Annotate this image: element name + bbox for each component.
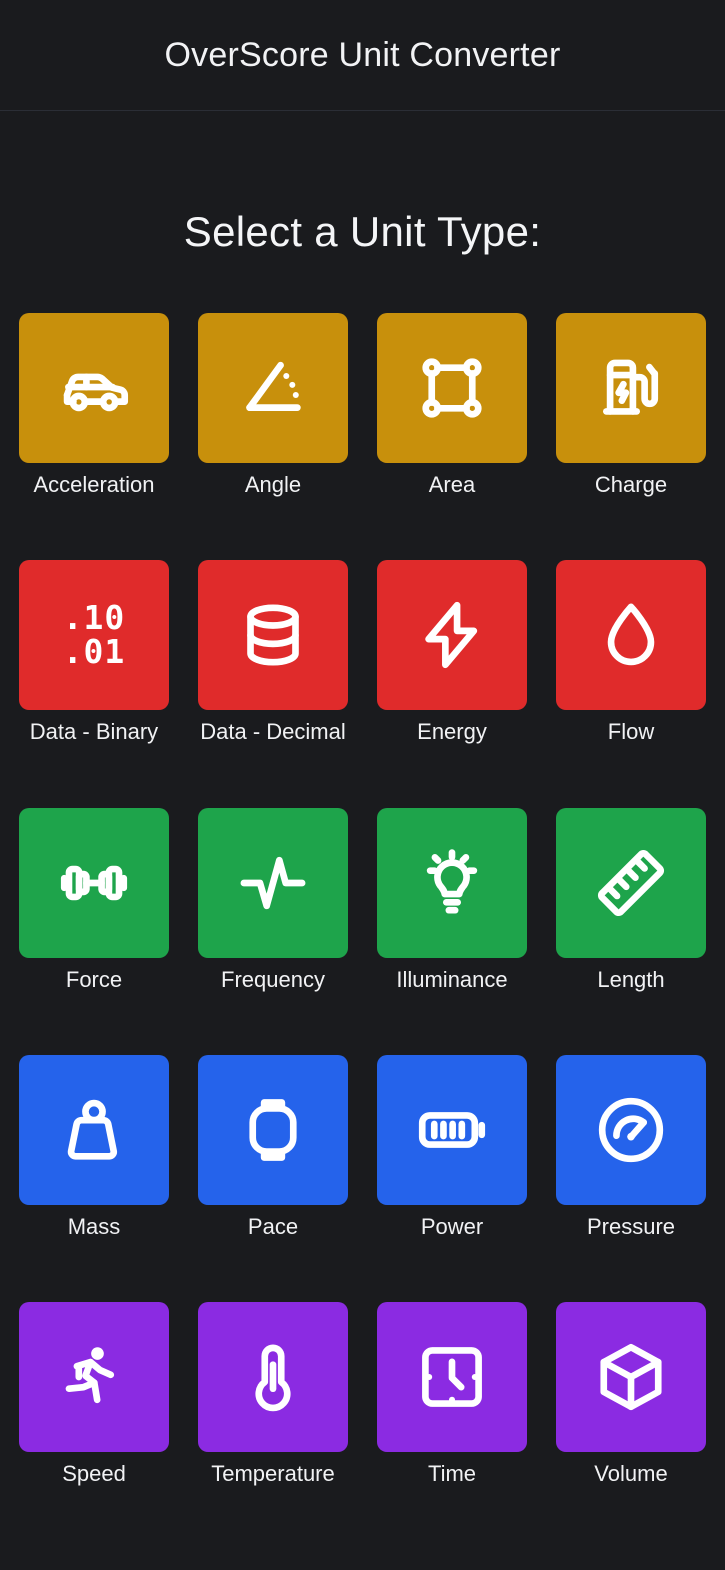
- unit-type-icon-box[interactable]: [19, 1054, 169, 1205]
- pulse-wave-icon: [235, 845, 311, 921]
- square-clock-icon: [414, 1339, 490, 1415]
- unit-type-tile-area[interactable]: Area: [377, 313, 527, 497]
- unit-type-label: Mass: [67, 1213, 121, 1239]
- battery-icon: [414, 1092, 490, 1168]
- unit-type-label: Data - Binary: [29, 719, 159, 745]
- ev-charger-icon: [593, 350, 669, 426]
- unit-type-label: Length: [597, 966, 665, 992]
- unit-type-label: Temperature: [211, 1461, 335, 1487]
- unit-type-tile-time[interactable]: Time: [377, 1302, 527, 1486]
- page-title: Select a Unit Type:: [183, 208, 542, 255]
- unit-type-label: Power: [420, 1213, 484, 1239]
- unit-type-tile-angle[interactable]: Angle: [198, 313, 348, 497]
- app-root: OverScore Unit Converter Select a Unit T…: [0, 0, 725, 1570]
- dumbbell-icon: [56, 845, 132, 921]
- binary-top-digits: .10: [62, 597, 126, 637]
- unit-type-icon-box[interactable]: .10.01: [19, 560, 169, 711]
- weight-icon: [56, 1092, 132, 1168]
- unit-type-tile-volume[interactable]: Volume: [556, 1302, 706, 1486]
- unit-type-tile-energy[interactable]: Energy: [377, 560, 527, 744]
- gauge-icon: [593, 1092, 669, 1168]
- unit-type-icon-box[interactable]: [556, 807, 706, 958]
- unit-type-label: Volume: [594, 1461, 668, 1487]
- unit-type-icon-box[interactable]: [19, 1302, 169, 1453]
- unit-type-tile-frequency[interactable]: Frequency: [198, 807, 348, 992]
- unit-type-label: Angle: [244, 472, 302, 497]
- unit-type-tile-illuminance[interactable]: Illuminance: [377, 807, 527, 992]
- unit-type-label: Flow: [607, 719, 655, 745]
- unit-type-icon-box[interactable]: [377, 807, 527, 958]
- app-title: OverScore Unit Converter: [164, 36, 561, 74]
- unit-type-icon-box[interactable]: [377, 313, 527, 463]
- cube-icon: [593, 1339, 669, 1415]
- ruler-icon: [593, 845, 669, 921]
- unit-type-icon-box[interactable]: [198, 313, 348, 463]
- unit-type-tile-charge[interactable]: Charge: [556, 313, 706, 497]
- unit-type-icon-box[interactable]: [19, 313, 169, 463]
- car-icon: [56, 350, 132, 426]
- unit-type-icon-box[interactable]: [198, 807, 348, 958]
- unit-type-icon-box[interactable]: [198, 560, 348, 711]
- unit-type-tile-mass[interactable]: Mass: [19, 1054, 169, 1239]
- unit-type-tile-flow[interactable]: Flow: [556, 560, 706, 744]
- unit-type-tile-temperature[interactable]: Temperature: [198, 1302, 348, 1486]
- database-icon: [235, 597, 311, 673]
- unit-type-label: Time: [427, 1461, 477, 1487]
- unit-type-label: Speed: [62, 1461, 126, 1487]
- unit-type-tile-speed[interactable]: Speed: [19, 1302, 169, 1486]
- unit-type-tile-force[interactable]: Force: [19, 807, 169, 992]
- unit-type-icon-box[interactable]: [377, 1054, 527, 1205]
- lightning-bolt-icon: [414, 597, 490, 673]
- unit-type-icon-box[interactable]: [198, 1302, 348, 1453]
- area-square-icon: [414, 350, 490, 426]
- unit-type-label: Pressure: [586, 1213, 676, 1239]
- unit-type-tile-acceleration[interactable]: Acceleration: [19, 313, 169, 497]
- lightbulb-icon: [414, 845, 490, 921]
- unit-type-icon-box[interactable]: [198, 1054, 348, 1205]
- unit-type-grid: Acceleration Angle Area Charge .10.01 Data - …: [19, 313, 706, 1486]
- unit-type-label: Pace: [247, 1213, 299, 1239]
- unit-type-icon-box[interactable]: [19, 807, 169, 958]
- unit-type-label: Charge: [594, 472, 668, 497]
- droplet-icon: [593, 597, 669, 673]
- unit-type-icon-box[interactable]: [377, 1302, 527, 1453]
- unit-type-icon-box[interactable]: [556, 1302, 706, 1453]
- unit-type-label: Illuminance: [396, 966, 508, 992]
- unit-type-label: Data - Decimal: [200, 719, 346, 745]
- unit-type-icon-box[interactable]: [556, 560, 706, 711]
- unit-type-icon-box[interactable]: [556, 1054, 706, 1205]
- main-content: Select a Unit Type: Acceleration Angle Are…: [0, 111, 725, 1570]
- unit-type-icon-box[interactable]: [556, 313, 706, 463]
- app-header: OverScore Unit Converter: [0, 0, 725, 111]
- unit-type-tile-data-decimal[interactable]: Data - Decimal: [198, 560, 348, 744]
- binary-digits-icon: .10.01: [62, 597, 126, 672]
- unit-type-tile-data-binary[interactable]: .10.01 Data - Binary: [19, 560, 169, 744]
- unit-type-label: Acceleration: [33, 472, 155, 497]
- angle-icon: [235, 350, 311, 426]
- unit-type-tile-pressure[interactable]: Pressure: [556, 1054, 706, 1239]
- unit-type-tile-pace[interactable]: Pace: [198, 1054, 348, 1239]
- unit-type-tile-length[interactable]: Length: [556, 807, 706, 992]
- unit-type-tile-power[interactable]: Power: [377, 1054, 527, 1239]
- unit-type-icon-box[interactable]: [377, 560, 527, 711]
- unit-type-label: Force: [65, 966, 123, 992]
- unit-type-label: Frequency: [221, 966, 325, 992]
- unit-type-label: Area: [428, 472, 476, 497]
- thermometer-icon: [235, 1339, 311, 1415]
- smartwatch-icon: [235, 1092, 311, 1168]
- running-person-icon: [56, 1339, 132, 1415]
- unit-type-label: Energy: [417, 719, 487, 745]
- binary-bottom-digits: .01: [62, 632, 126, 672]
